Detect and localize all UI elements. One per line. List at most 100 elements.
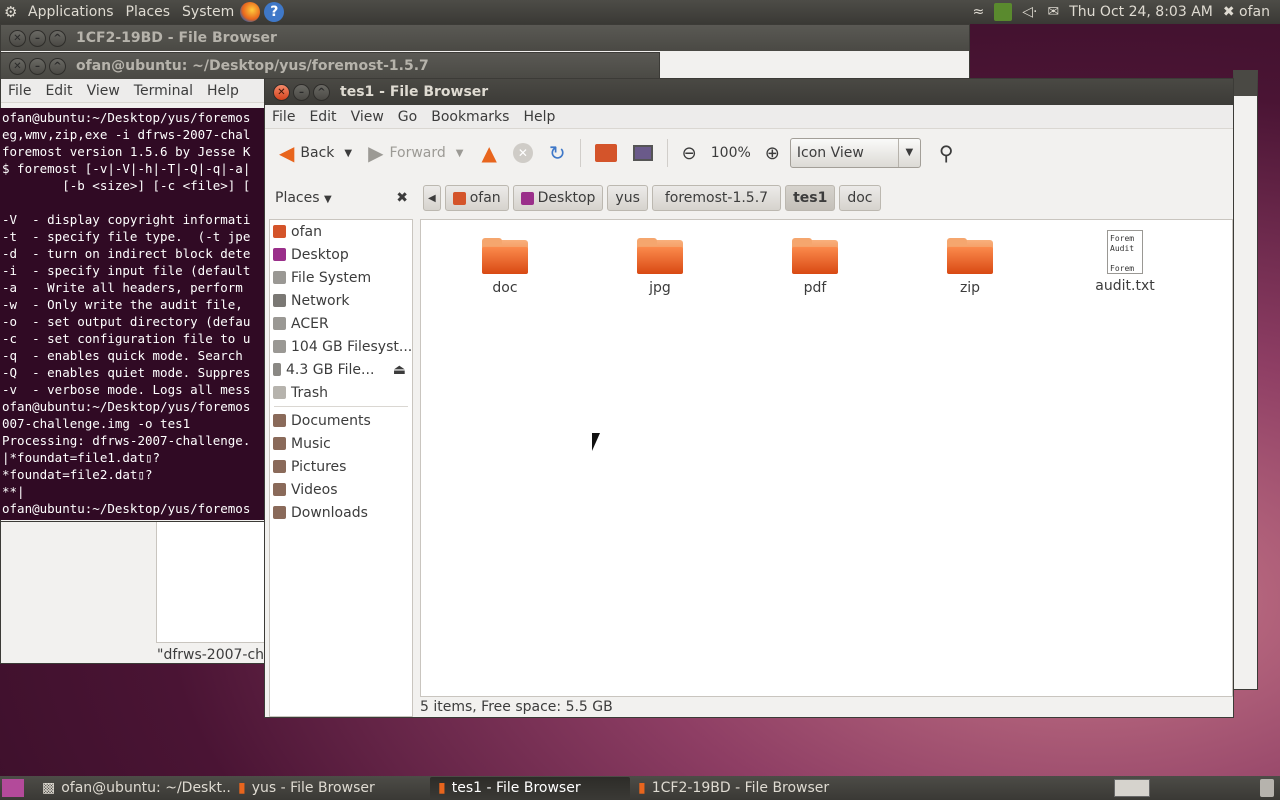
mouse-cursor-icon bbox=[592, 433, 600, 451]
sidebar-item-pictures[interactable]: Pictures bbox=[270, 455, 412, 478]
taskbar-1cf2[interactable]: ▮ 1CF2-19BD - File Browser bbox=[630, 777, 830, 799]
sidebar-item-videos[interactable]: Videos bbox=[270, 478, 412, 501]
eject-icon[interactable]: ⏏ bbox=[393, 362, 412, 378]
back-history-icon[interactable]: ▼ bbox=[344, 148, 352, 159]
places-dropdown[interactable]: Places ▼ bbox=[275, 190, 332, 206]
zoom-in-icon[interactable]: ⊕ bbox=[759, 143, 786, 164]
file-item-jpg[interactable]: jpg bbox=[605, 238, 715, 296]
sidebar-item-file-system[interactable]: File System bbox=[270, 266, 412, 289]
menu-terminal[interactable]: Terminal bbox=[127, 83, 200, 99]
mail-icon[interactable]: ✉ bbox=[1047, 0, 1059, 24]
sidebar-item-4gb[interactable]: 4.3 GB File... ⏏ bbox=[270, 358, 412, 381]
sidebar-item-label: Desktop bbox=[291, 246, 349, 263]
terminal-line: -c - set configuration file to u bbox=[2, 331, 251, 346]
forward-history-icon[interactable]: ▼ bbox=[456, 148, 464, 159]
menu-help[interactable]: Help bbox=[516, 109, 562, 125]
maximize-icon[interactable]: ^ bbox=[49, 57, 66, 75]
terminal-output[interactable]: ofan@ubuntu:~/Desktop/yus/foremos eg,wmv,… bbox=[0, 108, 264, 520]
terminal-line: 007-challenge.img -o tes1 bbox=[2, 416, 191, 431]
file-item-audit[interactable]: Forem Audit Forem audit.txt bbox=[1070, 230, 1180, 294]
breadcrumb-foremost[interactable]: foremost-1.5.7 bbox=[651, 185, 782, 211]
sidebar-item-trash[interactable]: Trash bbox=[270, 381, 412, 404]
sidebar-item-104gb[interactable]: 104 GB Filesyst... bbox=[270, 335, 412, 358]
maximize-icon[interactable]: ^ bbox=[49, 29, 66, 47]
maximize-icon[interactable]: ^ bbox=[313, 83, 330, 101]
places-menu[interactable]: Places bbox=[120, 0, 177, 24]
menu-bookmarks[interactable]: Bookmarks bbox=[424, 109, 516, 125]
minimize-icon[interactable]: – bbox=[293, 83, 310, 101]
icon-view[interactable]: doc jpg pdf zip Forem Audit Forem audit.txt bbox=[420, 219, 1233, 697]
task-label: ofan@ubuntu: ~/Deskt... bbox=[61, 780, 230, 796]
clock[interactable]: Thu Oct 24, 8:03 AM bbox=[1069, 0, 1213, 24]
menu-view[interactable]: View bbox=[80, 83, 127, 99]
user-menu[interactable]: ✖ ofan bbox=[1223, 0, 1270, 24]
bg-content-pane bbox=[156, 521, 266, 643]
close-icon[interactable]: ✕ bbox=[9, 29, 26, 47]
computer-icon[interactable] bbox=[632, 145, 653, 161]
menu-edit[interactable]: Edit bbox=[38, 83, 79, 99]
network-manager-icon[interactable] bbox=[994, 3, 1013, 21]
folder-icon bbox=[637, 238, 683, 274]
system-menu[interactable]: System bbox=[176, 0, 240, 24]
volume-icon[interactable]: ◁⋅ bbox=[1022, 0, 1037, 24]
terminal-line: -V - display copyright informati bbox=[2, 212, 251, 227]
view-mode-select[interactable]: Icon View ▼ bbox=[789, 138, 921, 168]
sidebar-item-ofan[interactable]: ofan bbox=[270, 220, 412, 243]
minimize-icon[interactable]: – bbox=[29, 57, 46, 75]
sidebar-item-documents[interactable]: Documents bbox=[270, 409, 412, 432]
close-icon[interactable]: ✕ bbox=[9, 57, 26, 75]
menu-file[interactable]: File bbox=[265, 109, 302, 125]
file-item-doc[interactable]: doc bbox=[450, 238, 560, 296]
file-browser-window[interactable]: ✕ – ^ tes1 - File Browser File Edit View G… bbox=[264, 78, 1234, 718]
sidebar-item-music[interactable]: Music bbox=[270, 432, 412, 455]
sidebar-item-downloads[interactable]: Downloads bbox=[270, 501, 412, 524]
breadcrumb-desktop[interactable]: Desktop bbox=[512, 185, 604, 211]
applications-menu[interactable]: Applications bbox=[22, 0, 120, 24]
workspace-switcher[interactable] bbox=[1114, 779, 1150, 797]
breadcrumb-tes1[interactable]: tes1 bbox=[785, 185, 836, 211]
ubuntu-logo-icon[interactable]: ⚙ bbox=[4, 3, 22, 21]
sidebar-item-label: Network bbox=[291, 292, 350, 309]
file-item-pdf[interactable]: pdf bbox=[760, 238, 870, 296]
stop-icon[interactable]: ✕ bbox=[512, 143, 533, 163]
back-button[interactable]: ◀ Back bbox=[273, 137, 340, 169]
help-icon[interactable]: ? bbox=[264, 2, 285, 22]
wifi-icon[interactable]: ≈ bbox=[973, 0, 985, 24]
sidebar-item-desktop[interactable]: Desktop bbox=[270, 243, 412, 266]
taskbar-yus[interactable]: ▮ yus - File Browser bbox=[230, 777, 430, 799]
show-desktop-icon[interactable] bbox=[2, 779, 24, 797]
minimize-icon[interactable]: – bbox=[29, 29, 46, 47]
breadcrumb-left-arrow[interactable]: ◀ bbox=[423, 185, 441, 211]
menu-help[interactable]: Help bbox=[200, 83, 246, 99]
trash-icon[interactable] bbox=[1260, 779, 1274, 797]
breadcrumb-doc[interactable]: doc bbox=[839, 185, 881, 211]
zoom-out-icon[interactable]: ⊖ bbox=[676, 143, 703, 164]
close-icon[interactable]: ✕ bbox=[273, 83, 290, 101]
search-icon[interactable]: ⚲ bbox=[925, 141, 968, 165]
drive-icon bbox=[273, 340, 286, 353]
up-icon[interactable]: ▲ bbox=[476, 141, 503, 165]
forward-button[interactable]: ▶ Forward bbox=[362, 137, 452, 169]
firefox-icon[interactable] bbox=[240, 2, 261, 22]
reload-icon[interactable]: ↻ bbox=[543, 141, 572, 165]
view-mode-value: Icon View bbox=[796, 145, 864, 161]
taskbar-terminal[interactable]: ▩ ofan@ubuntu: ~/Deskt... bbox=[34, 777, 230, 799]
menu-edit[interactable]: Edit bbox=[302, 109, 343, 125]
breadcrumb-ofan[interactable]: ofan bbox=[444, 185, 509, 211]
menu-file[interactable]: File bbox=[1, 83, 38, 99]
file-browser-icon: ▮ bbox=[638, 780, 646, 796]
close-sidebar-icon[interactable]: ✖ bbox=[396, 190, 408, 206]
terminal-line: -q - enables quick mode. Search bbox=[2, 348, 243, 363]
home-icon[interactable] bbox=[594, 144, 617, 162]
file-name: pdf bbox=[803, 280, 827, 296]
text-file-icon: Forem Audit Forem bbox=[1107, 230, 1143, 274]
file-item-zip[interactable]: zip bbox=[915, 238, 1025, 296]
sidebar-item-network[interactable]: Network bbox=[270, 289, 412, 312]
taskbar-tes1[interactable]: ▮ tes1 - File Browser bbox=[430, 777, 630, 799]
menu-go[interactable]: Go bbox=[391, 109, 424, 125]
menu-view[interactable]: View bbox=[344, 109, 391, 125]
desktop-icon bbox=[273, 248, 286, 261]
file-name: zip bbox=[959, 280, 981, 296]
breadcrumb-yus[interactable]: yus bbox=[607, 185, 648, 211]
sidebar-item-acer[interactable]: ACER bbox=[270, 312, 412, 335]
